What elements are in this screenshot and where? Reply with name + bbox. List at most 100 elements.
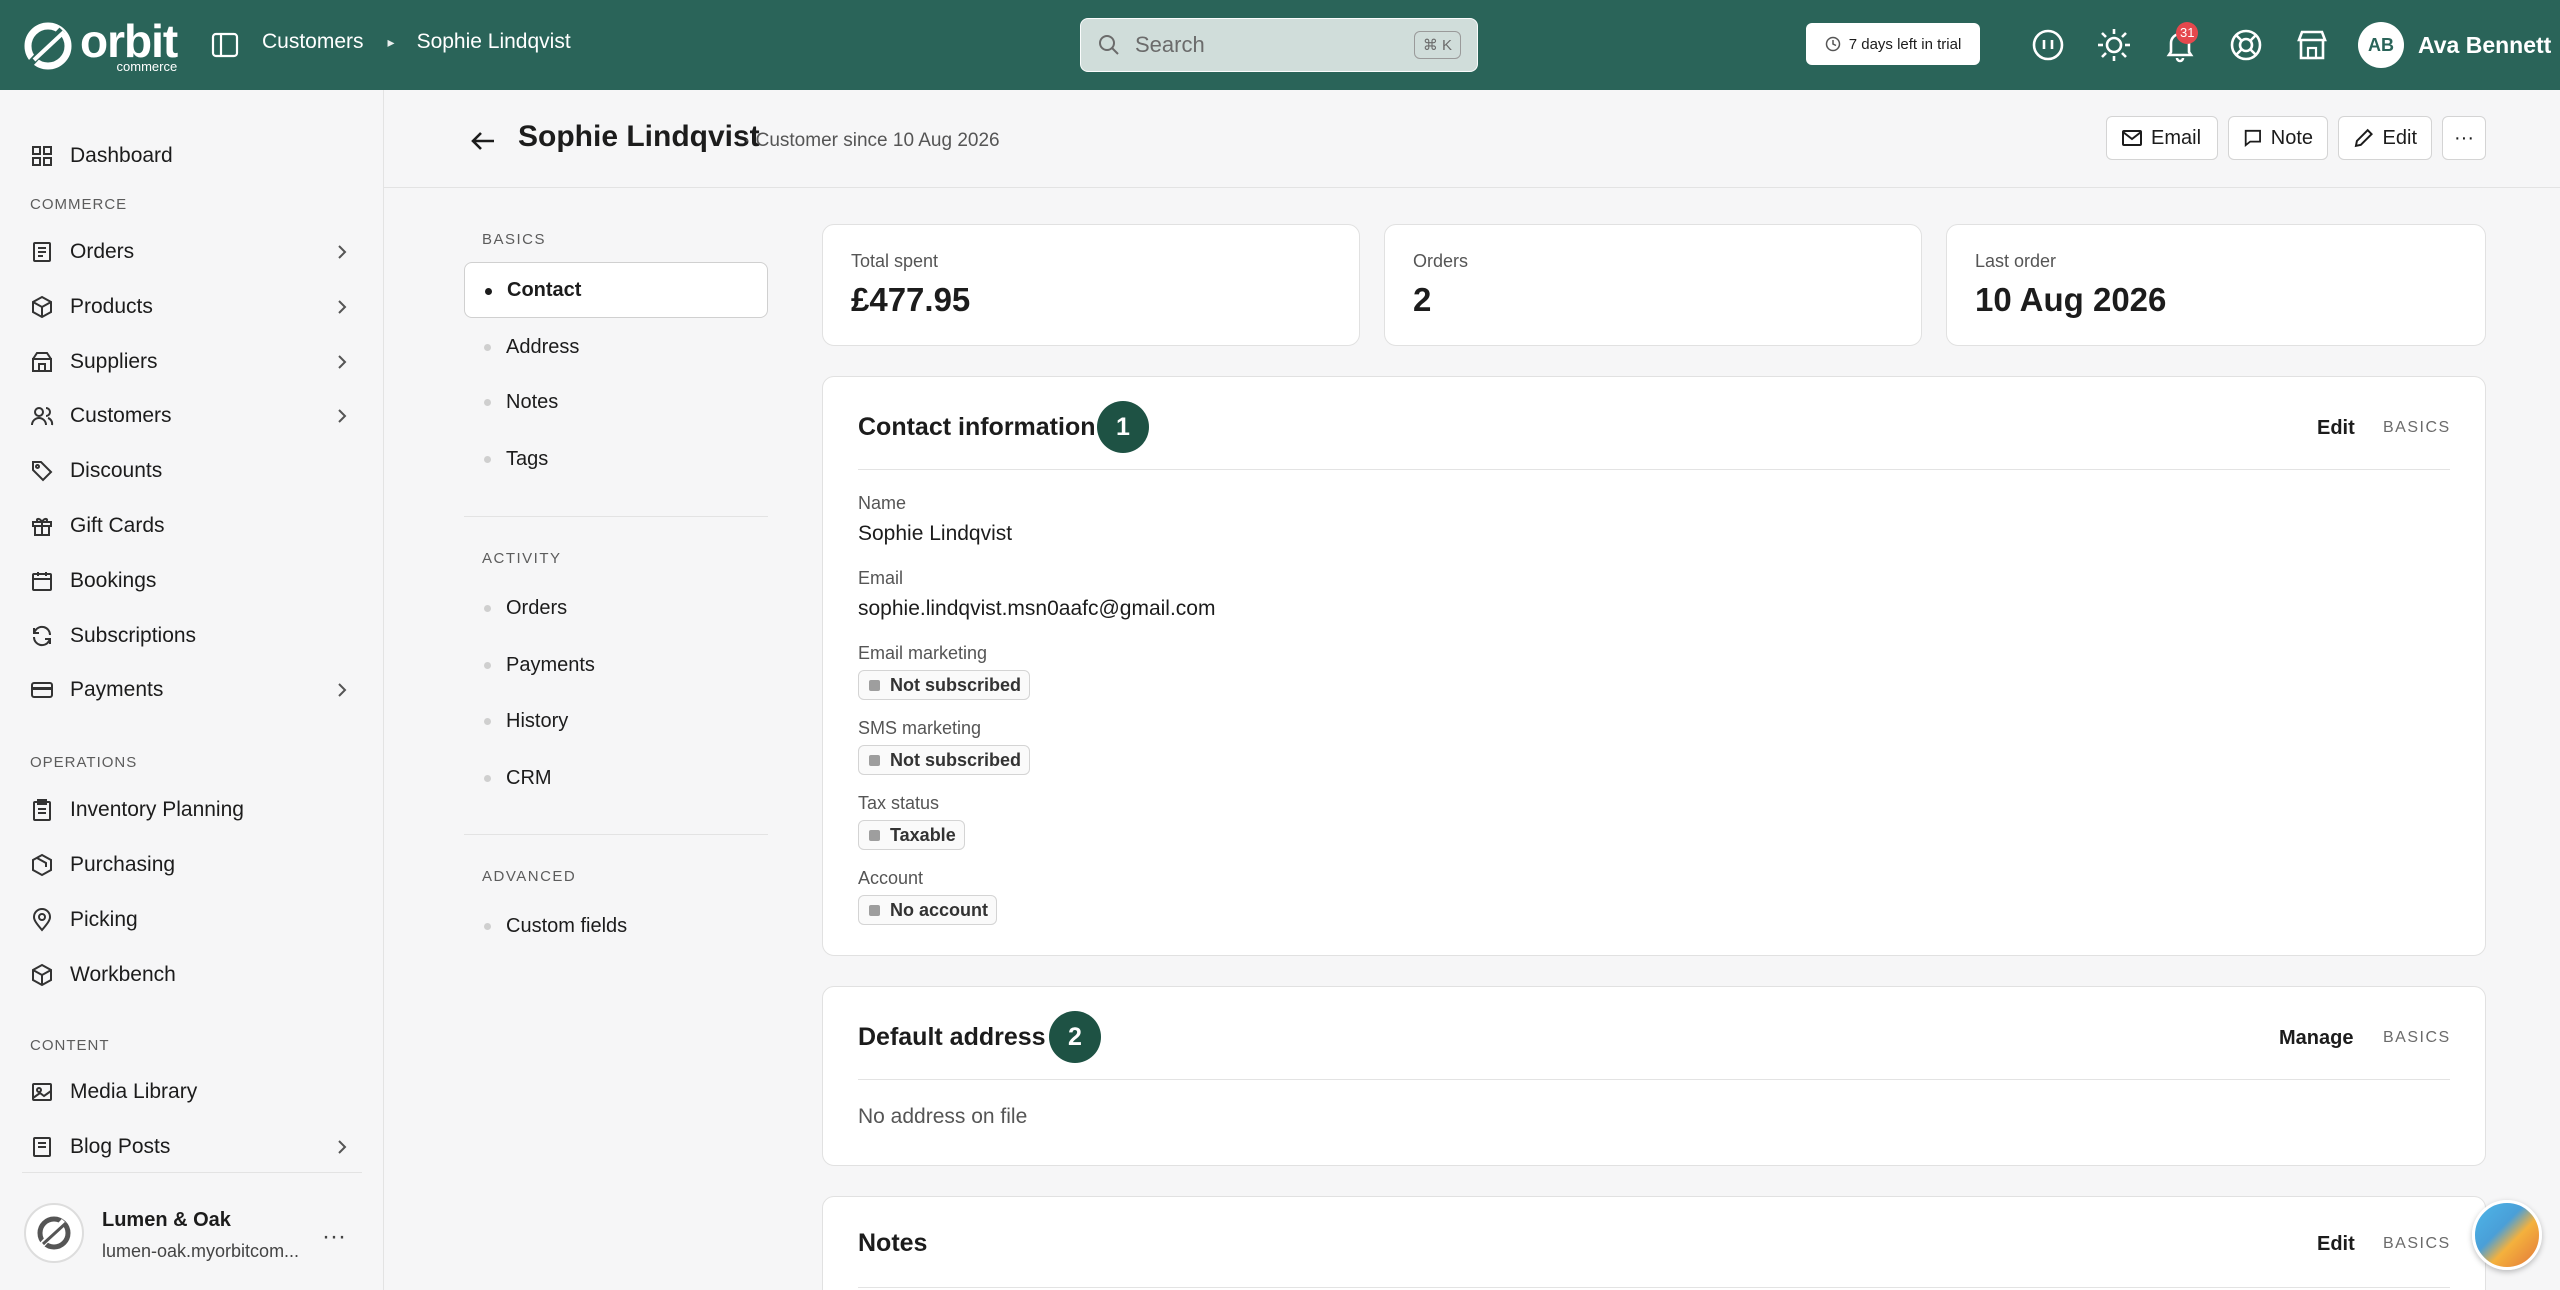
storefront-icon[interactable]	[2292, 25, 2332, 65]
sidebar-item-label: Media Library	[70, 1080, 198, 1103]
secnav-group-advanced: ADVANCED	[482, 868, 577, 885]
pencil-icon	[2354, 128, 2373, 148]
status-square-icon	[869, 754, 880, 766]
edit-notes-link[interactable]: Edit	[2317, 1233, 2355, 1256]
more-actions-button[interactable]: ···	[2442, 116, 2486, 160]
section-operations: OPERATIONS	[30, 754, 138, 771]
manage-address-link[interactable]: Manage	[2279, 1027, 2353, 1050]
trial-label: 7 days left in trial	[1848, 35, 1962, 53]
edit-contact-link[interactable]: Edit	[2317, 417, 2355, 440]
store-switcher[interactable]: Lumen & Oak lumen-oak.myorbitcom... ···	[22, 1172, 362, 1263]
secnav-item-custom-fields[interactable]: Custom fields	[464, 898, 768, 954]
field-label-email: Email	[858, 568, 904, 588]
cube-icon	[32, 963, 52, 987]
edit-button-label: Edit	[2382, 126, 2417, 149]
sidebar-item-dashboard[interactable]: Dashboard	[30, 136, 360, 176]
clipboard-icon	[33, 799, 51, 821]
field-value-email[interactable]: sophie.lindqvist.msn0aafc@gmail.com	[858, 597, 1215, 621]
stat-value: £477.95	[851, 281, 971, 318]
suppliers-icon	[32, 352, 52, 372]
sidebar-item-discounts[interactable]: Discounts	[30, 451, 360, 491]
sidebar-item-bookings[interactable]: Bookings	[30, 561, 360, 601]
section-tag: BASICS	[2383, 419, 2451, 436]
section-content: CONTENT	[30, 1037, 110, 1054]
orders-icon	[33, 242, 51, 262]
comment-icon	[2244, 129, 2261, 148]
chat-assistant-button[interactable]	[2472, 1200, 2542, 1270]
page-subtitle: · Customer since 10 Aug 2026	[744, 130, 1000, 151]
sidebar-item-blog-posts[interactable]: Blog Posts	[30, 1127, 360, 1167]
stat-card-orders: Orders 2	[1384, 224, 1922, 346]
sidebar-item-label: Picking	[70, 908, 138, 931]
secnav-item-contact[interactable]: Contact	[464, 262, 768, 318]
sidebar-item-label: Customers	[70, 404, 172, 427]
sidebar-item-gift-cards[interactable]: Gift Cards	[30, 506, 360, 546]
sidebar-item-label: Subscriptions	[70, 624, 197, 647]
sidebar-item-orders[interactable]: Orders	[30, 232, 360, 272]
sidebar-item-media-library[interactable]: Media Library	[30, 1072, 360, 1112]
secnav-item-history[interactable]: History	[464, 693, 768, 749]
sidebar-item-label: Orders	[70, 240, 135, 263]
sidebar-item-customers[interactable]: Customers	[30, 396, 360, 436]
trial-badge[interactable]: 7 days left in trial	[1806, 23, 1980, 65]
user-name[interactable]: Ava Bennett	[2418, 32, 2551, 59]
search-input[interactable]: Search	[1135, 32, 1414, 58]
search-box[interactable]: Search ⌘ K	[1080, 18, 1478, 72]
sidebar-item-label: Gift Cards	[70, 514, 165, 537]
sidebar-item-picking[interactable]: Picking	[30, 900, 360, 940]
field-label-sms-marketing: SMS marketing	[858, 718, 982, 738]
secnav-item-crm[interactable]: CRM	[464, 750, 768, 806]
clock-icon	[1825, 36, 1840, 52]
orbit-logo-icon	[24, 22, 72, 69]
secnav-item-notes[interactable]: Notes	[464, 374, 768, 430]
secnav-item-tags[interactable]: Tags	[464, 431, 768, 487]
theme-sun-icon[interactable]	[2094, 25, 2134, 65]
secnav-label: History	[506, 709, 569, 732]
field-label-name: Name	[858, 493, 907, 513]
note-button[interactable]: Note	[2228, 116, 2328, 160]
store-url: lumen-oak.myorbitcom...	[102, 1241, 300, 1261]
sidebar-item-payments[interactable]: Payments	[30, 670, 360, 710]
section-tag: BASICS	[2383, 1235, 2451, 1252]
bullet-icon	[484, 456, 491, 463]
status-square-icon	[869, 904, 880, 916]
secnav-item-payments[interactable]: Payments	[464, 637, 768, 693]
back-arrow-icon[interactable]	[468, 126, 498, 156]
section-tag: BASICS	[2383, 1029, 2451, 1046]
store-logo-icon	[24, 1203, 84, 1263]
secnav-item-orders[interactable]: Orders	[464, 580, 768, 636]
email-button[interactable]: Email	[2106, 116, 2218, 160]
bullet-icon	[484, 344, 491, 351]
status-badge: Not subscribed	[858, 670, 1031, 700]
section-commerce: COMMERCE	[30, 196, 128, 213]
secnav-group-basics: BASICS	[482, 231, 547, 248]
sidebar-item-subscriptions[interactable]: Subscriptions	[30, 616, 360, 656]
feedback-icon[interactable]	[2028, 25, 2068, 65]
step-badge: 1	[1097, 401, 1149, 453]
status-badge-label: Taxable	[890, 824, 956, 845]
sidebar-item-inventory-planning[interactable]: Inventory Planning	[30, 790, 360, 830]
sidebar-item-suppliers[interactable]: Suppliers	[30, 342, 360, 382]
breadcrumb-customers[interactable]: Customers	[262, 30, 364, 54]
help-lifebuoy-icon[interactable]	[2226, 25, 2266, 65]
brand-logo[interactable]: orbit commerce	[22, 18, 178, 73]
sidebar-item-label: Purchasing	[70, 853, 176, 876]
sidebar-item-purchasing[interactable]: Purchasing	[30, 845, 360, 885]
secnav-label: Tags	[506, 447, 549, 470]
secnav-item-address[interactable]: Address	[464, 319, 768, 375]
contact-information-card: Contact information 1 Edit BASICS Name S…	[822, 376, 2486, 956]
bullet-icon	[484, 923, 491, 930]
secnav-group-activity: ACTIVITY	[482, 550, 562, 567]
sidebar-item-label: Workbench	[70, 963, 176, 986]
breadcrumb-current: Sophie Lindqvist	[416, 30, 571, 53]
sidebar-toggle-icon[interactable]	[210, 30, 240, 60]
more-icon[interactable]: ···	[322, 1223, 346, 1251]
top-bar: orbit commerce Customers ▸ Sophie Lindqv…	[0, 0, 2560, 90]
secnav-label: Payments	[506, 653, 595, 676]
sidebar-item-workbench[interactable]: Workbench	[30, 955, 360, 995]
sidebar-item-products[interactable]: Products	[30, 287, 360, 327]
note-button-label: Note	[2270, 126, 2313, 149]
avatar[interactable]: AB	[2358, 22, 2404, 68]
bullet-icon	[484, 775, 491, 782]
edit-button[interactable]: Edit	[2338, 116, 2432, 160]
